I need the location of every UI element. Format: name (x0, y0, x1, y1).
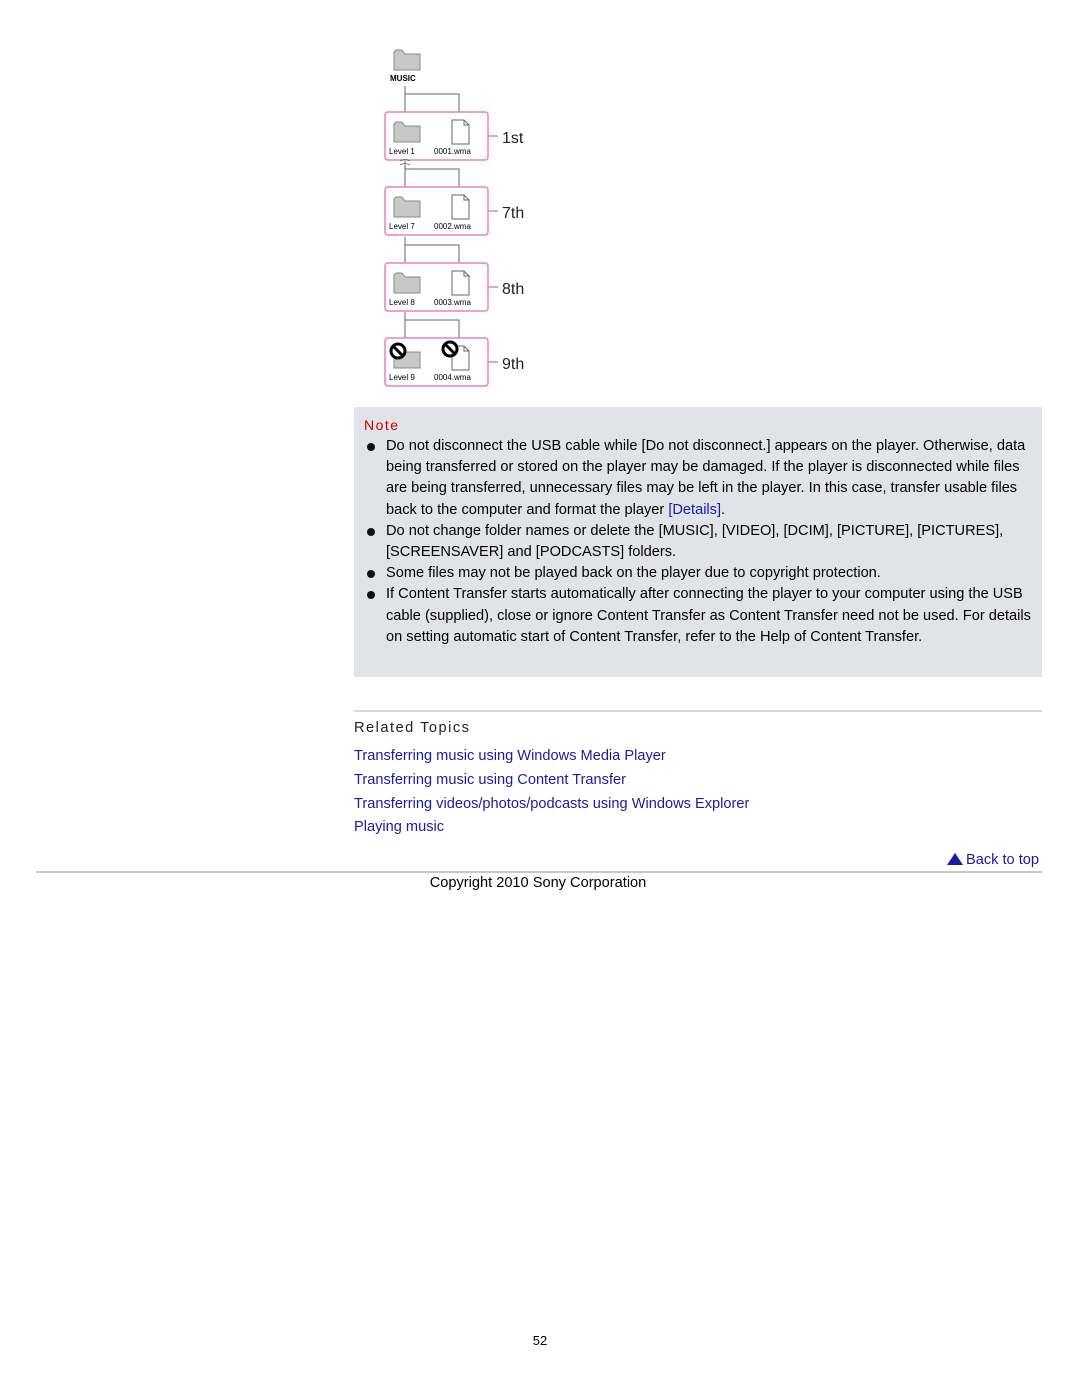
details-link[interactable]: [Details] (668, 502, 721, 518)
file-label: 0003.wma (434, 298, 471, 307)
folder-label: Level 8 (389, 298, 415, 307)
related-link-windows-explorer[interactable]: Transferring videos/photos/podcasts usin… (354, 796, 749, 812)
note-item-text: Do not change folder names or delete the… (386, 522, 1004, 561)
file-label: 0002.wma (434, 222, 471, 231)
file-label: 0004.wma (434, 373, 471, 382)
bullet-icon (367, 591, 375, 600)
note-item-text: If Content Transfer starts automatically… (386, 586, 1031, 645)
note-item: If Content Transfer starts automatically… (364, 584, 1036, 648)
level-ordinal: 8th (502, 281, 524, 298)
related-link-content-transfer[interactable]: Transferring music using Content Transfe… (354, 772, 626, 788)
file-label: 0001.wma (434, 147, 471, 156)
note-item: Some files may not be played back on the… (364, 563, 1036, 584)
note-title: Note (364, 417, 400, 433)
related-links: Transferring music using Windows Media P… (354, 745, 749, 840)
folder-label: Level 9 (389, 373, 415, 382)
back-to-top-link[interactable]: Back to top (946, 852, 1039, 868)
related-divider (354, 710, 1042, 712)
music-folder-icon (393, 49, 421, 71)
tree-connector (404, 237, 460, 263)
bullet-icon (367, 443, 375, 451)
prohibited-icon (389, 342, 407, 360)
folder-hierarchy-diagram: MUSIC Level 1 0001.wma 1st Level 7 0002.wma 7… (384, 49, 524, 387)
root-folder-label: MUSIC (390, 74, 416, 83)
folder-label: Level 7 (389, 222, 415, 231)
copyright: Copyright 2010 Sony Corporation (429, 875, 647, 891)
bullet-icon (367, 527, 375, 536)
back-to-top-label: Back to top (965, 852, 1039, 868)
note-list: Do not disconnect the USB cable while [D… (364, 436, 1036, 648)
footer-divider (36, 871, 1042, 873)
bullet-icon (367, 570, 375, 579)
level-ordinal: 7th (502, 205, 524, 222)
prohibited-icon (441, 340, 459, 358)
related-link-playing-music[interactable]: Playing music (354, 819, 444, 835)
related-topics-heading: Related Topics (354, 720, 471, 736)
related-link-wmp[interactable]: Transferring music using Windows Media P… (354, 748, 666, 764)
note-item-suffix: . (721, 501, 726, 518)
note-item: Do not change folder names or delete the… (364, 521, 1036, 563)
level-ordinal: 1st (502, 130, 524, 147)
note-item: Do not disconnect the USB cable while [D… (364, 436, 1036, 521)
tree-connector (404, 86, 460, 112)
up-triangle-icon (946, 853, 963, 865)
note-item-text: Some files may not be played back on the… (386, 565, 881, 582)
page-number: 52 (532, 1333, 548, 1348)
tree-connector (399, 159, 460, 187)
level-ordinal: 9th (502, 356, 524, 373)
folder-label: Level 1 (389, 147, 415, 156)
note-box: Note Do not disconnect the USB cable whi… (354, 407, 1042, 677)
tree-connector (404, 312, 460, 338)
